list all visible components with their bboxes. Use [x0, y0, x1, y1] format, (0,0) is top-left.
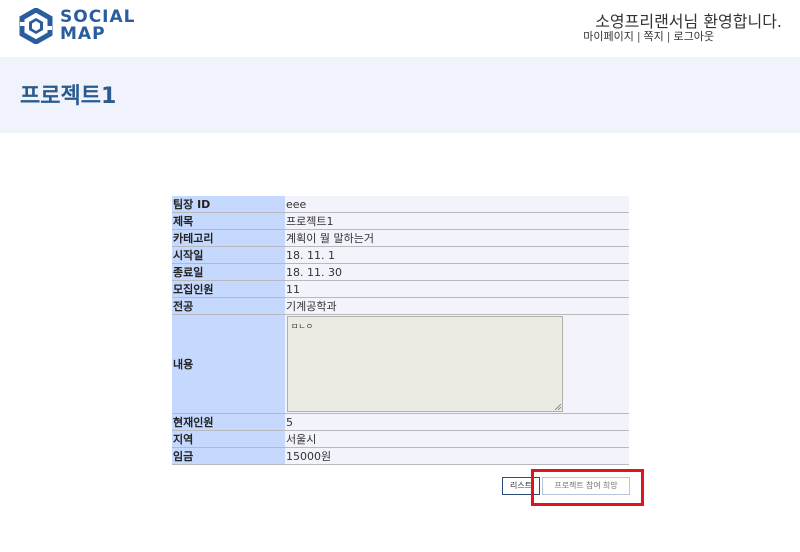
logo-text: SOCIAL MAP [60, 9, 136, 43]
content-textarea[interactable]: ㅁㄴㅇ [287, 316, 563, 412]
project-detail-table: 팀장 ID eee 제목 프로젝트1 카테고리 계획이 뭘 말하는거 시작일 1… [172, 196, 629, 465]
table-row: 모집인원 11 [172, 280, 629, 298]
page-title: 프로젝트1 [20, 84, 117, 109]
hexagon-logo-icon [19, 8, 53, 44]
field-label: 카테고리 [172, 229, 285, 247]
user-nav: 마이페이지 | 쪽지 | 로그아웃 [583, 28, 714, 44]
field-label: 모집인원 [172, 280, 285, 298]
field-value: 계획이 뭘 말하는거 [285, 229, 629, 247]
table-row: 전공 기계공학과 [172, 297, 629, 315]
field-value: 18. 11. 1 [285, 246, 629, 264]
table-row: 종료일 18. 11. 30 [172, 263, 629, 281]
mypage-link[interactable]: 마이페이지 [583, 30, 634, 43]
field-value: 18. 11. 30 [285, 263, 629, 281]
nav-separator: | [636, 30, 641, 43]
field-label: 시작일 [172, 246, 285, 264]
table-row: 임금 15000원 [172, 447, 629, 465]
field-label: 임금 [172, 447, 285, 465]
table-row: 지역 서울시 [172, 430, 629, 448]
field-value: 5 [285, 413, 629, 431]
nav-separator: | [666, 30, 671, 43]
field-value: eee [285, 196, 629, 213]
table-row: 현재인원 5 [172, 413, 629, 431]
table-row: 팀장 ID eee [172, 196, 629, 213]
table-row: 제목 프로젝트1 [172, 212, 629, 230]
table-row: 시작일 18. 11. 1 [172, 246, 629, 264]
message-link[interactable]: 쪽지 [644, 30, 664, 43]
field-label: 내용 [172, 314, 285, 414]
table-row-content: 내용 ㅁㄴㅇ [172, 314, 629, 414]
logo-line2: MAP [60, 24, 106, 44]
header: SOCIAL MAP 소영프리랜서님 환영합니다. 마이페이지 | 쪽지 | 로그아웃 [0, 0, 800, 56]
field-value: 서울시 [285, 430, 629, 448]
content-text: ㅁㄴㅇ [291, 322, 314, 331]
field-label: 전공 [172, 297, 285, 315]
join-project-button[interactable]: 프로젝트 참여 희망 [542, 477, 630, 495]
title-band: 프로젝트1 [0, 57, 800, 133]
field-label: 종료일 [172, 263, 285, 281]
field-value: 11 [285, 280, 629, 298]
field-label: 팀장 ID [172, 196, 285, 213]
list-button[interactable]: 리스트 [502, 477, 540, 495]
field-value: 프로젝트1 [285, 212, 629, 230]
field-label: 지역 [172, 430, 285, 448]
content-cell: ㅁㄴㅇ [285, 314, 629, 414]
field-value: 15000원 [285, 447, 629, 465]
table-row: 카테고리 계획이 뭘 말하는거 [172, 229, 629, 247]
logout-link[interactable]: 로그아웃 [674, 30, 714, 43]
logo[interactable]: SOCIAL MAP [18, 5, 158, 47]
resize-grip-icon[interactable] [554, 403, 561, 410]
field-value: 기계공학과 [285, 297, 629, 315]
field-label: 제목 [172, 212, 285, 230]
field-label: 현재인원 [172, 413, 285, 431]
